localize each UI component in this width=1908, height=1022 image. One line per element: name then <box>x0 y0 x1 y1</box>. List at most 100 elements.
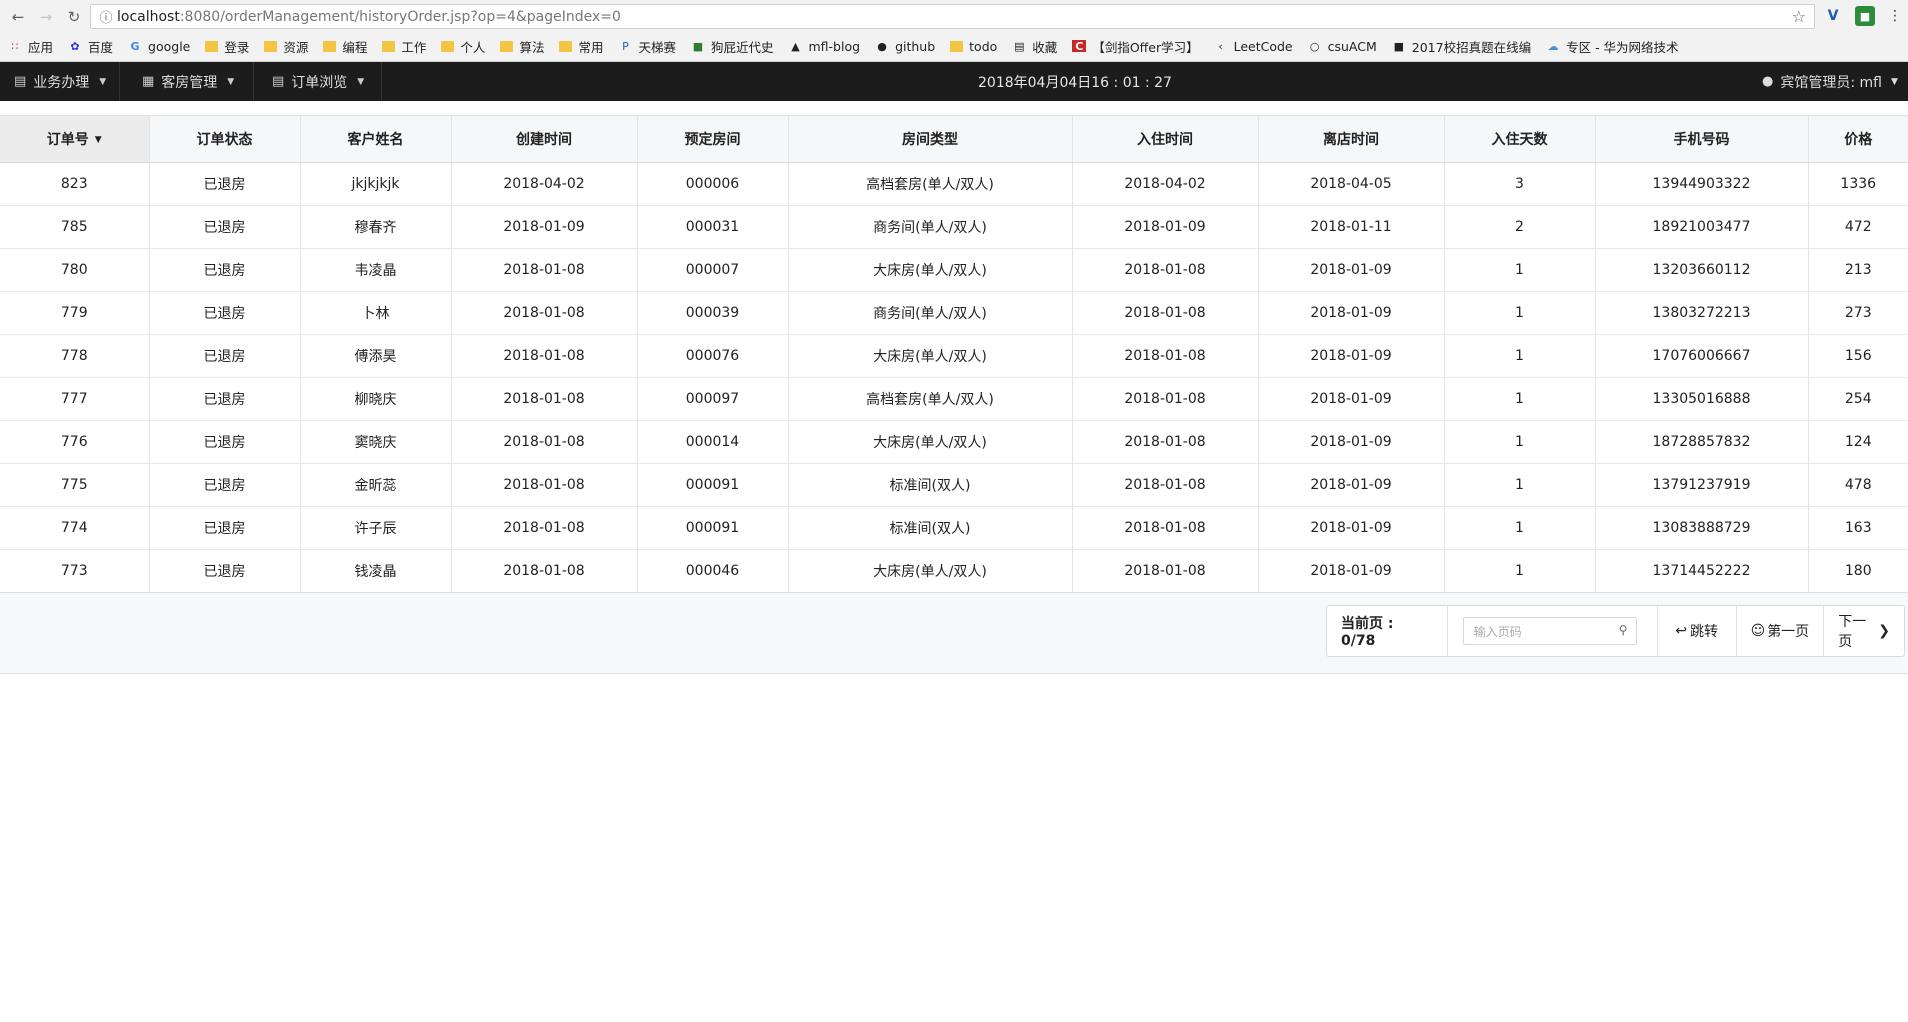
bookmark-item[interactable]: Ggoogle <box>128 39 191 54</box>
bookmark-star-icon[interactable]: ☆ <box>1792 7 1806 26</box>
history-order-table-wrap: 订单号 ▼ 订单状态 客户姓名 创建时间 预定房间 房间类型 入住时间 离店时间 … <box>0 115 1908 593</box>
table-cell: 2018-01-08 <box>451 463 638 507</box>
reply-arrow-icon: ↩ <box>1675 623 1687 639</box>
table-cell: 13803272213 <box>1595 291 1809 335</box>
bookmark-item[interactable]: ▲ mfl-blog <box>789 39 860 54</box>
col-header-days[interactable]: 入住天数 <box>1444 115 1596 163</box>
table-cell: 2018-01-08 <box>1072 463 1259 507</box>
table-row[interactable]: 774 已退房 许子辰 2018-01-08 000091 标准间(双人) 2018-01-… <box>0 506 1908 550</box>
table-cell: 2018-01-09 <box>451 205 638 249</box>
col-header-phone[interactable]: 手机号码 <box>1595 115 1809 163</box>
address-bar[interactable]: ⓘ localhost:8080/orderManagement/history… <box>90 4 1815 29</box>
user-icon: ● <box>1762 74 1774 89</box>
bookmark-label: LeetCode <box>1233 38 1293 54</box>
bookmark-item[interactable]: C 【剑指Offer学习】 <box>1072 37 1199 56</box>
col-header-created[interactable]: 创建时间 <box>451 115 638 163</box>
bookmark-item[interactable]: 个人 <box>441 37 485 56</box>
table-cell: 2018-01-08 <box>451 377 638 421</box>
bookmark-item[interactable]: 工作 <box>382 37 426 56</box>
c-icon: C <box>1072 40 1087 53</box>
bookmark-item[interactable]: ✿ 百度 <box>68 37 113 56</box>
table-row[interactable]: 780 已退房 韦凌晶 2018-01-08 000007 大床房(单人/双人) 2018-… <box>0 248 1908 292</box>
bookmark-item[interactable]: P 天梯赛 <box>618 37 676 56</box>
bookmark-item[interactable]: 常用 <box>559 37 603 56</box>
table-cell: 213 <box>1808 248 1908 292</box>
bookmark-item[interactable]: ● github <box>875 39 935 54</box>
table-cell: 2018-01-09 <box>1072 205 1259 249</box>
col-header-order-id[interactable]: 订单号 ▼ <box>0 115 150 163</box>
bookmark-label: csuACM <box>1327 38 1377 54</box>
folder-icon <box>264 40 278 52</box>
table-cell: 已退房 <box>149 248 301 292</box>
table-row[interactable]: 775 已退房 金昕蕊 2018-01-08 000091 标准间(双人) 2018-01-… <box>0 463 1908 507</box>
table-cell: 1 <box>1444 377 1596 421</box>
pat-icon: P <box>622 39 629 53</box>
menu-business[interactable]: ▤ 业务办理 ▼ <box>0 62 120 101</box>
info-icon[interactable]: ⓘ <box>95 7 117 26</box>
chrome-extension-icon[interactable]: ■ <box>1855 6 1875 26</box>
folder-icon <box>323 40 337 52</box>
table-cell: 商务间(单人/双人) <box>788 291 1073 335</box>
bookmark-item[interactable]: ☁ 专区 - 华为网络技术 <box>1546 37 1679 56</box>
table-row[interactable]: 778 已退房 傅添昊 2018-01-08 000076 大床房(单人/双人) 2018-… <box>0 334 1908 378</box>
leetcode-icon: ‹ <box>1218 39 1223 53</box>
folder-icon <box>441 40 455 52</box>
table-row[interactable]: 776 已退房 窦晓庆 2018-01-08 000014 大床房(单人/双人) 2018-… <box>0 420 1908 464</box>
user-menu[interactable]: ● 宾馆管理员: mfl ▼ <box>1762 62 1898 101</box>
menu-rooms[interactable]: ▦ 客房管理 ▼ <box>128 62 254 101</box>
google-icon: G <box>130 39 140 53</box>
table-cell: 775 <box>0 463 150 507</box>
next-page-button[interactable]: 下一页 ❯ <box>1824 606 1904 656</box>
table-cell: 785 <box>0 205 150 249</box>
reload-icon[interactable]: ↻ <box>62 6 86 28</box>
caret-down-icon: ▼ <box>227 76 235 87</box>
col-header-price[interactable]: 价格 <box>1808 115 1908 163</box>
col-header-room[interactable]: 预定房间 <box>637 115 789 163</box>
server-icon: ▤ <box>14 74 27 89</box>
bookmark-item[interactable]: 登录 <box>205 37 249 56</box>
bookmark-item[interactable]: 资源 <box>264 37 308 56</box>
next-page-label: 下一页 <box>1838 614 1867 650</box>
vue-devtools-extension-icon[interactable]: V <box>1823 6 1843 26</box>
back-icon[interactable]: ← <box>6 6 30 28</box>
first-page-button[interactable]: ☺ 第一页 <box>1737 606 1825 656</box>
table-row[interactable]: 785 已退房 穆春齐 2018-01-09 000031 商务间(单人/双人) 2018-… <box>0 205 1908 249</box>
jump-button[interactable]: ↩ 跳转 <box>1658 606 1737 656</box>
bookmark-label: 登录 <box>224 39 250 55</box>
table-row[interactable]: 773 已退房 钱凌晶 2018-01-08 000046 大床房(单人/双人) 2018-… <box>0 549 1908 593</box>
url-path: :8080/orderManagement/historyOrder.jsp?o… <box>179 8 621 25</box>
bookmark-label: 常用 <box>578 39 604 55</box>
bookmark-item[interactable]: todo <box>950 39 997 54</box>
table-cell: 已退房 <box>149 162 301 206</box>
col-header-checkout[interactable]: 离店时间 <box>1258 115 1445 163</box>
table-cell: 2018-01-08 <box>451 248 638 292</box>
menu-orders[interactable]: ▤ 订单浏览 ▼ <box>258 62 382 101</box>
app-navbar: ▤ 业务办理 ▼ ▦ 客房管理 ▼ ▤ 订单浏览 ▼ 2018年04月04日16… <box>0 62 1908 101</box>
bookmark-item[interactable]: 编程 <box>323 37 367 56</box>
col-header-customer[interactable]: 客户姓名 <box>300 115 452 163</box>
bookmark-item[interactable]: ■ 狗屁近代史 <box>691 37 774 56</box>
bookmark-label: 编程 <box>342 39 368 55</box>
table-row[interactable]: 779 已退房 卜林 2018-01-08 000039 商务间(单人/双人) 2018-0… <box>0 291 1908 335</box>
bookmark-item[interactable]: ▤ 收藏 <box>1012 37 1057 56</box>
bookmark-item[interactable]: ‹ LeetCode <box>1214 38 1293 54</box>
table-cell: 2018-01-09 <box>1258 463 1445 507</box>
forward-icon[interactable]: → <box>34 6 58 28</box>
col-header-status[interactable]: 订单状态 <box>149 115 301 163</box>
table-cell: 1336 <box>1808 162 1908 206</box>
table-cell: 大床房(单人/双人) <box>788 334 1073 378</box>
bookmark-item[interactable]: 算法 <box>500 37 544 56</box>
browser-menu-icon[interactable]: ⋮ <box>1885 6 1905 26</box>
bookmark-item[interactable]: ■ 2017校招真题在线编 <box>1392 37 1532 56</box>
col-header-room-type[interactable]: 房间类型 <box>788 115 1073 163</box>
bookmark-item[interactable]: ○ csuACM <box>1308 39 1377 54</box>
history-order-table: 订单号 ▼ 订单状态 客户姓名 创建时间 预定房间 房间类型 入住时间 离店时间 … <box>0 115 1908 593</box>
table-cell: 高档套房(单人/双人) <box>788 377 1073 421</box>
table-cell: 000007 <box>637 248 789 292</box>
col-header-checkin[interactable]: 入住时间 <box>1072 115 1259 163</box>
table-row[interactable]: 777 已退房 柳晓庆 2018-01-08 000097 高档套房(单人/双人) 2018… <box>0 377 1908 421</box>
bookmark-item[interactable]: ∷ 应用 <box>8 37 54 56</box>
table-row[interactable]: 823 已退房 jkjkjkjk 2018-04-02 000006 高档套房(单人/双人… <box>0 162 1908 206</box>
table-cell: 000031 <box>637 205 789 249</box>
page-number-input[interactable]: 输入页码 ⚲ <box>1462 617 1637 645</box>
